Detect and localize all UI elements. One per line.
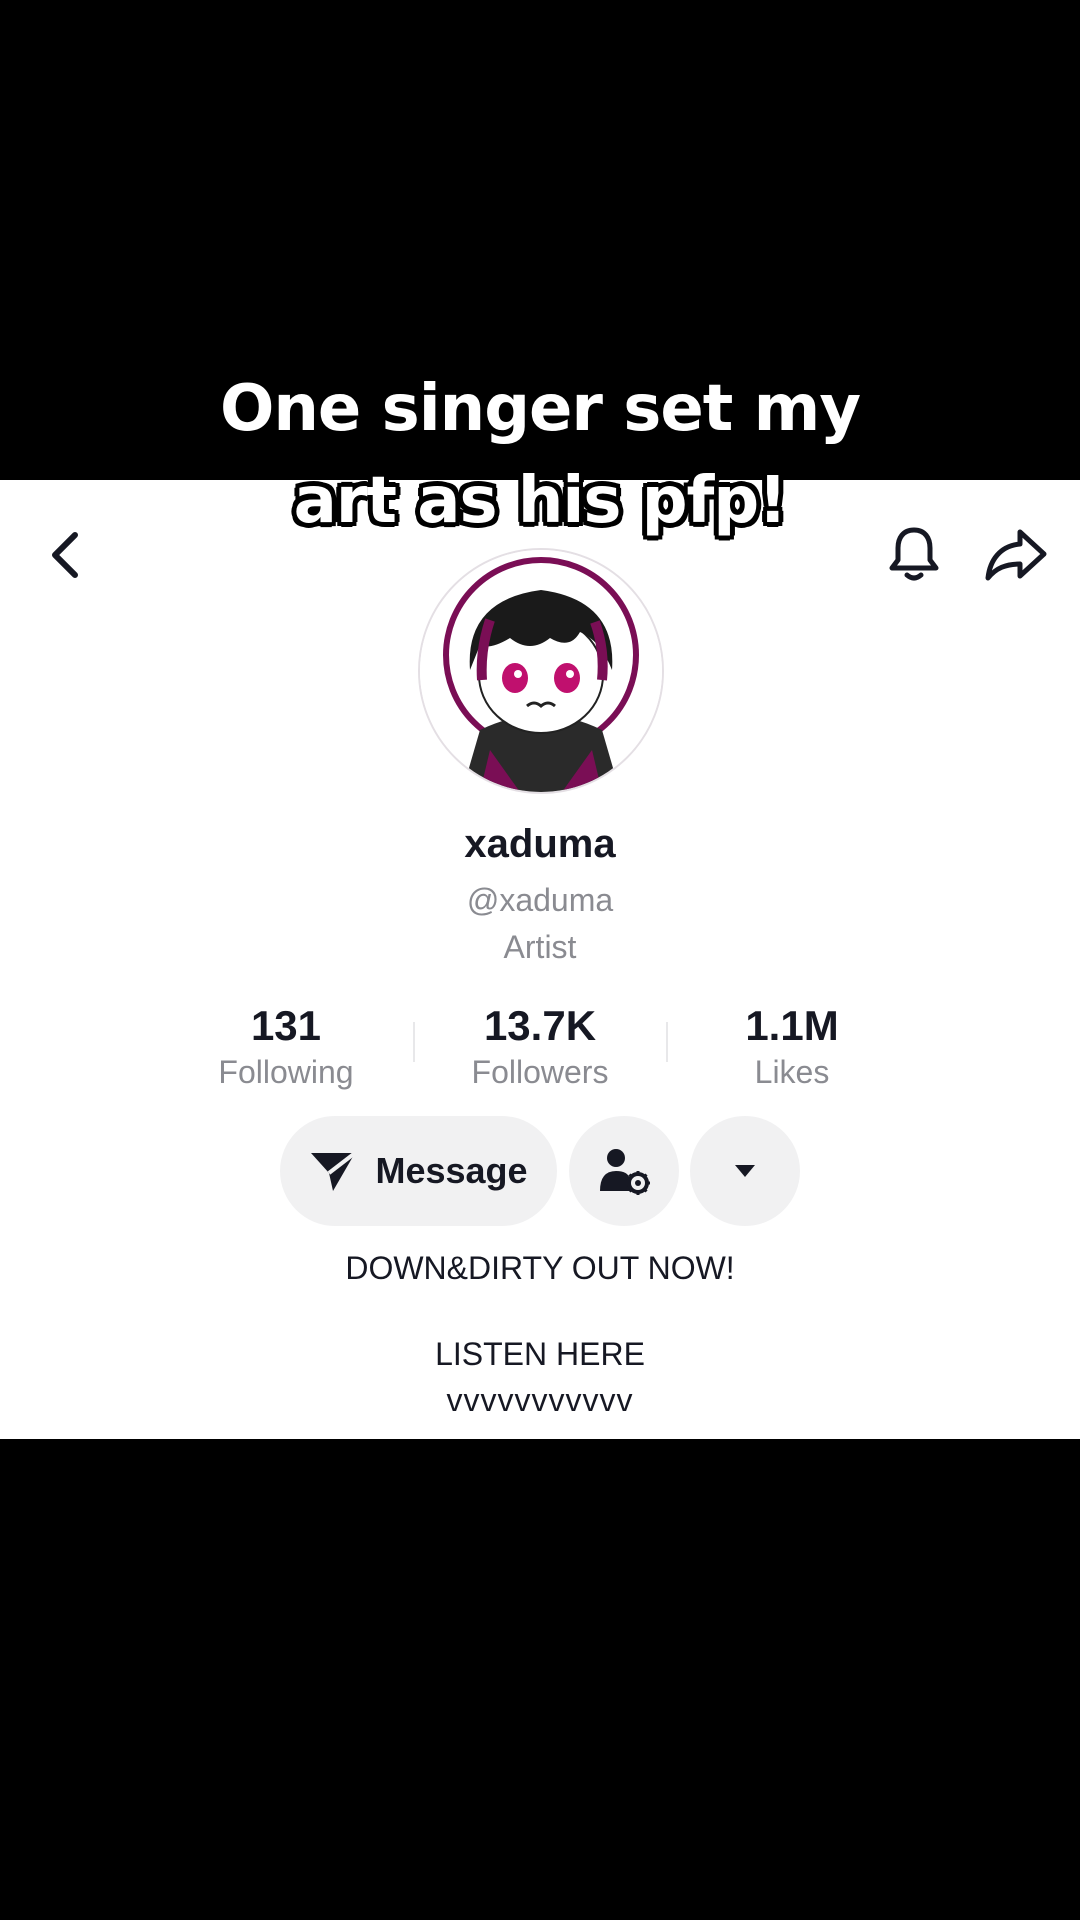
message-button[interactable]: Message — [280, 1116, 557, 1226]
bio-line-2: LISTEN HERE — [435, 1336, 645, 1372]
stat-following-value: 131 — [250, 1002, 322, 1049]
profile-handle: @xaduma — [466, 882, 614, 918]
stat-likes[interactable]: 1.1M Likes — [672, 1000, 912, 1092]
user-settings-icon — [600, 1149, 650, 1195]
stat-following[interactable]: 131 Following — [166, 1000, 406, 1092]
stat-likes-value: 1.1M — [745, 1002, 839, 1049]
friend-settings-button[interactable] — [569, 1116, 679, 1226]
stat-followers-value: 13.7K — [483, 1002, 597, 1049]
stat-followers-label: Followers — [471, 1054, 609, 1090]
stat-likes-label: Likes — [754, 1054, 830, 1090]
message-button-label: Message — [375, 1150, 528, 1191]
bio-line-1: DOWN&DIRTY OUT NOW! — [345, 1250, 735, 1286]
send-icon — [311, 1151, 357, 1191]
profile-display-name: xaduma — [464, 822, 616, 866]
profile-avatar[interactable] — [418, 548, 664, 794]
caret-down-icon — [735, 1165, 755, 1177]
video-caption-line-2: art as his pfp! — [293, 464, 788, 538]
video-caption-line-1: One singer set my — [219, 372, 861, 446]
stat-divider — [666, 1022, 668, 1062]
more-options-button[interactable] — [690, 1116, 800, 1226]
profile-category: Artist — [503, 929, 577, 965]
bio-line-3: vvvvvvvvvvv — [446, 1382, 634, 1418]
stat-divider — [413, 1022, 415, 1062]
avatar-illustration — [420, 550, 662, 792]
stat-followers[interactable]: 13.7K Followers — [420, 1000, 660, 1092]
stat-following-label: Following — [218, 1054, 354, 1090]
